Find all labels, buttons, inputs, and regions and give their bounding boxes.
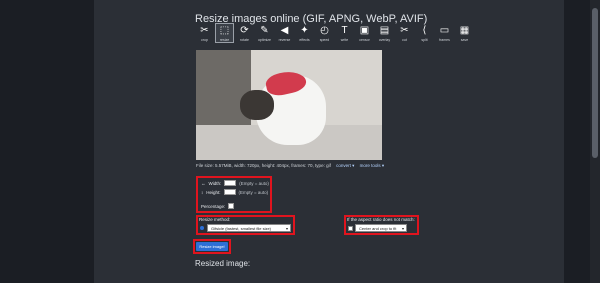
tool-label: speed xyxy=(319,38,330,42)
frames-icon: ▭ xyxy=(439,25,450,36)
scrollbar[interactable] xyxy=(590,0,600,283)
width-input[interactable] xyxy=(224,180,237,186)
tool-label: overlay xyxy=(378,38,391,42)
height-label: Height: xyxy=(206,189,221,195)
tool-label: censor xyxy=(359,38,370,42)
tool-bar: ✂ crop ⬚ resize ⟳ rotate ✎ optimize ◀ reverse ✦ eff… xyxy=(196,23,473,43)
tool-write[interactable]: Twrite xyxy=(336,24,353,42)
overlay-icon: ▤ xyxy=(379,25,390,36)
speed-icon: ◴ xyxy=(320,25,329,36)
tool-label: optimize xyxy=(257,38,272,42)
reverse-icon: ◀ xyxy=(280,25,289,36)
percentage-label: Percentage: xyxy=(201,203,226,209)
tool-frames[interactable]: ▭ frames xyxy=(436,24,453,42)
split-icon: ⟨ xyxy=(422,25,427,36)
file-info-text: File size: 5.57MiB, width: 720px, height… xyxy=(196,163,331,168)
crop-icon: ✂ xyxy=(200,25,209,36)
tool-cut[interactable]: ✂ cut xyxy=(396,24,413,42)
save-icon: ▦ xyxy=(459,25,470,36)
width-arrow-icon: ↔ xyxy=(201,180,206,186)
resize-method-radio[interactable] xyxy=(200,226,204,230)
height-arrow-icon: ↕ xyxy=(201,189,204,195)
effects-icon: ✦ xyxy=(300,25,309,36)
tool-label: crop xyxy=(201,38,208,42)
aspect-toggle[interactable] xyxy=(348,226,353,231)
resized-image-heading: Resized image: xyxy=(195,259,251,268)
tool-rotate[interactable]: ⟳ rotate xyxy=(236,24,253,42)
tool-label: cut xyxy=(402,38,407,42)
tool-resize[interactable]: ⬚ resize xyxy=(215,23,234,43)
width-label: Width: xyxy=(208,180,222,186)
width-row: ↔ Width: (Empty = auto) xyxy=(201,180,269,186)
height-input[interactable] xyxy=(223,189,236,195)
tool-effects[interactable]: ✦ effects xyxy=(296,24,313,42)
tool-reverse[interactable]: ◀ reverse xyxy=(276,24,293,42)
resize-method-value: Gifsicle (fastest, smallest file size) xyxy=(211,226,272,231)
chevron-down-icon: ▾ xyxy=(401,226,404,231)
cat-head xyxy=(240,90,274,120)
scissors-icon: ✂ xyxy=(400,25,409,36)
tool-save[interactable]: ▦ save xyxy=(456,24,473,42)
resize-button[interactable]: Resize image! xyxy=(196,242,228,251)
tool-label: resize xyxy=(219,38,230,42)
rotate-icon: ⟳ xyxy=(240,25,249,36)
tool-label: frames xyxy=(439,38,450,42)
image-preview xyxy=(196,50,382,160)
tool-overlay[interactable]: ▤ overlay xyxy=(376,24,393,42)
tool-label: effects xyxy=(299,38,310,42)
write-icon: T xyxy=(341,25,348,36)
tool-split[interactable]: ⟨ split xyxy=(416,24,433,42)
resize-method-label: Resize method: xyxy=(199,217,231,222)
convert-link[interactable]: convert ▾ xyxy=(336,163,354,168)
chevron-down-icon: ▾ xyxy=(285,226,288,231)
scroll-thumb[interactable] xyxy=(592,8,598,158)
aspect-value: Center and crop to fit xyxy=(359,226,397,231)
width-hint: (Empty = auto) xyxy=(239,180,269,186)
tool-censor[interactable]: ▣ censor xyxy=(356,24,373,42)
tool-label: reverse xyxy=(278,38,291,42)
tool-label: split xyxy=(421,38,428,42)
resize-method-select[interactable]: Gifsicle (fastest, smallest file size) ▾ xyxy=(207,224,291,232)
optimize-icon: ✎ xyxy=(260,25,269,36)
tool-label: rotate xyxy=(240,38,249,42)
percentage-input[interactable] xyxy=(228,203,235,209)
percentage-row: Percentage: xyxy=(201,203,235,209)
tool-optimize[interactable]: ✎ optimize xyxy=(256,24,273,42)
resize-icon: ⬚ xyxy=(219,25,230,36)
height-hint: (Empty = auto) xyxy=(238,189,269,195)
more-tools-link[interactable]: more tools ▾ xyxy=(360,163,385,168)
height-row: ↕ Height: (Empty = auto) xyxy=(201,189,268,195)
aspect-select[interactable]: Center and crop to fit ▾ xyxy=(355,224,407,232)
tool-label: save xyxy=(460,38,469,42)
tool-crop[interactable]: ✂ crop xyxy=(196,24,213,42)
file-info: File size: 5.57MiB, width: 720px, height… xyxy=(196,163,384,169)
aspect-label: If the aspect ratio does not match: xyxy=(347,217,415,222)
censor-icon: ▣ xyxy=(359,25,370,36)
tool-label: write xyxy=(340,38,349,42)
tool-speed[interactable]: ◴ speed xyxy=(316,24,333,42)
